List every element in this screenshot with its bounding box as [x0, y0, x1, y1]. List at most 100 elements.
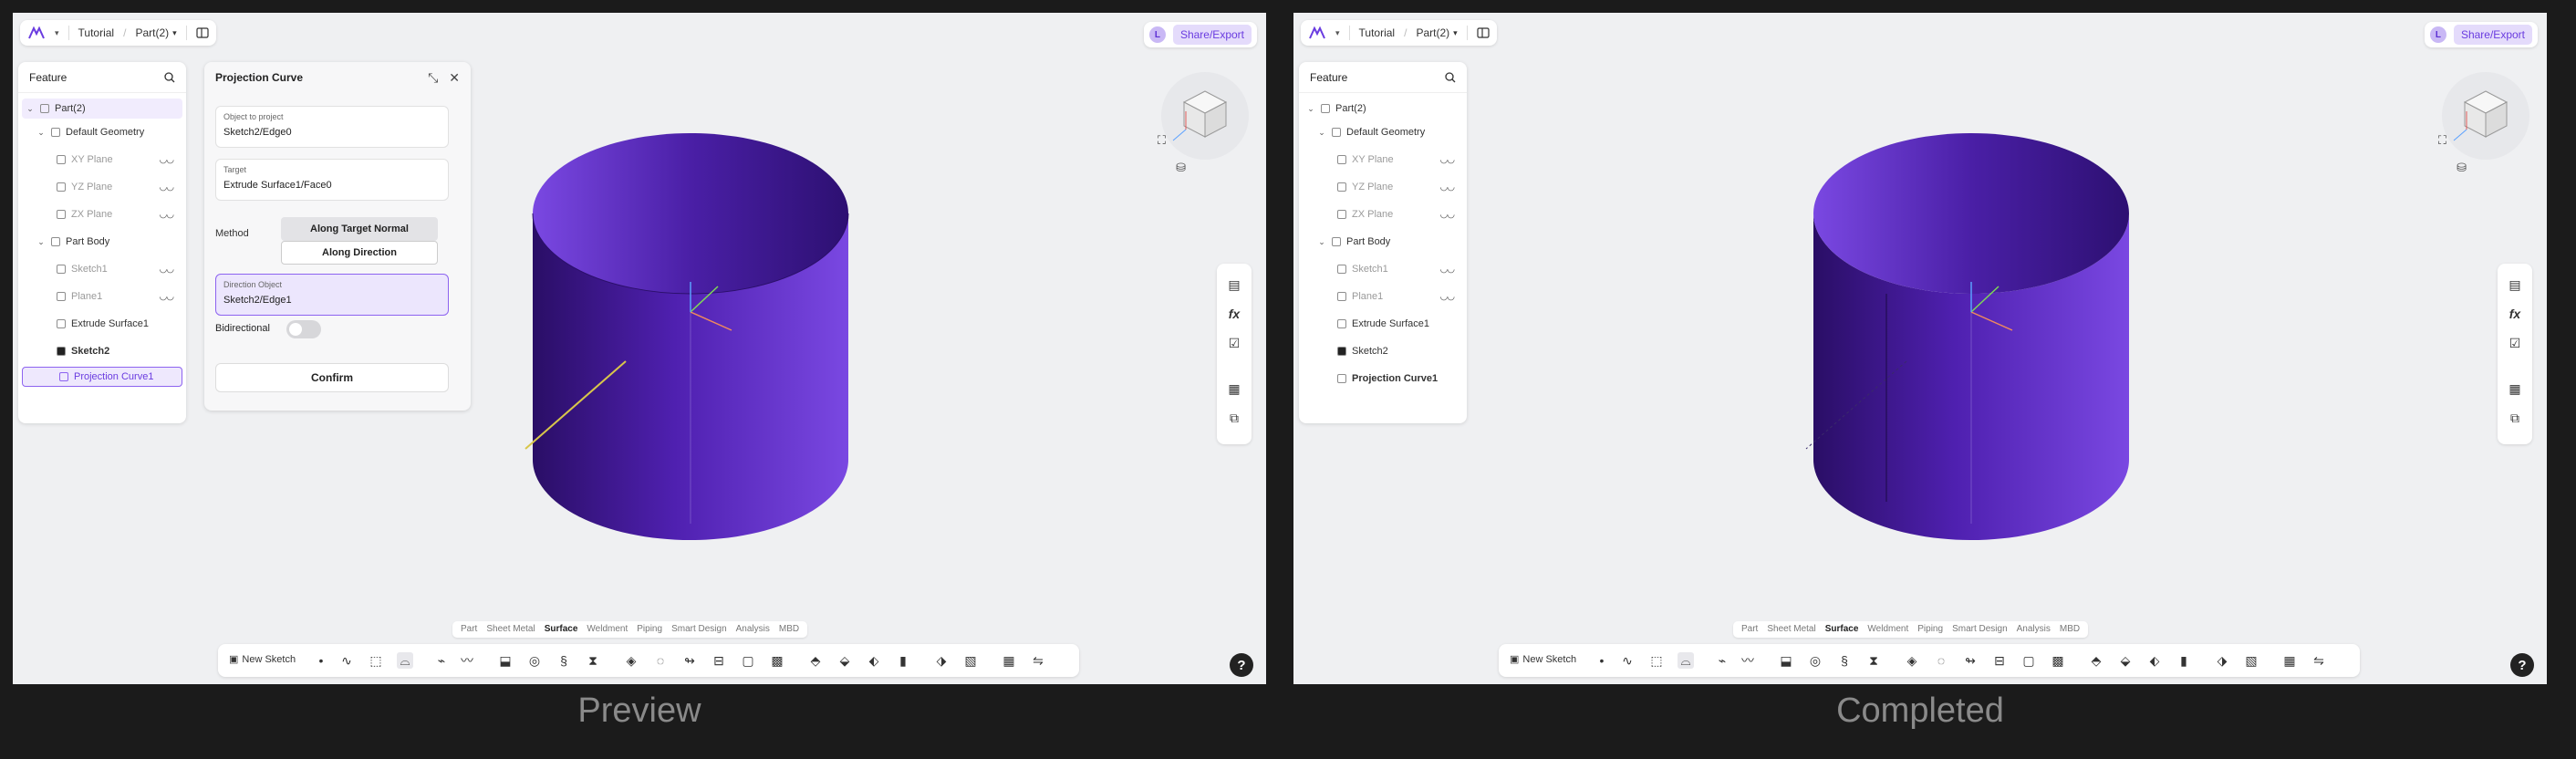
object-to-project-field[interactable]: Object to project Sketch2/Edge0 [215, 106, 449, 148]
fill-icon[interactable]: ◈ [1904, 652, 1920, 669]
share-export-button[interactable]: Share/Export [1172, 25, 1252, 45]
tree-item-plane1[interactable]: Plane1 ◡◡ [1337, 286, 1463, 307]
offset-icon[interactable]: ◌ [652, 652, 669, 669]
tab-analysis[interactable]: Analysis [732, 621, 774, 638]
hidden-eye-icon[interactable]: ◡◡ [1440, 155, 1455, 165]
search-icon[interactable] [1445, 71, 1456, 83]
box-icon[interactable]: ▧ [2243, 652, 2259, 669]
tree-item-xy-plane[interactable]: XY Plane ◡◡ [1337, 150, 1463, 170]
breadcrumb-part[interactable]: Part(2) ▾ [135, 26, 176, 39]
table-icon[interactable]: ▦ [2507, 380, 2523, 397]
extend-icon[interactable]: ↬ [681, 652, 698, 669]
tree-item-zx-plane[interactable]: ZX Plane ◡◡ [1337, 204, 1463, 224]
hidden-eye-icon[interactable]: ◡◡ [1440, 182, 1455, 192]
clipboard-check-icon[interactable]: ☑ [1226, 335, 1242, 351]
transform-icon[interactable]: ⧉ [2507, 410, 2523, 426]
delete-face-icon[interactable]: ⬘ [807, 652, 824, 669]
tree-item-projection-curve1[interactable]: Projection Curve1 [22, 367, 182, 387]
projection-curve-tool-icon[interactable]: ⌓ [1678, 652, 1694, 669]
hidden-eye-icon[interactable]: ◡◡ [160, 265, 174, 275]
tree-item-sketch2[interactable]: Sketch2 [1337, 341, 1388, 361]
chevron-down-icon[interactable]: ▾ [1335, 28, 1340, 38]
spline-icon[interactable]: 〰 [1740, 652, 1756, 669]
replace-face-icon[interactable]: ⬙ [2117, 652, 2134, 669]
patch-icon[interactable]: ⬗ [2214, 652, 2230, 669]
hidden-eye-icon[interactable]: ◡◡ [160, 182, 174, 192]
tree-item-projection-curve1[interactable]: Projection Curve1 [1337, 369, 1438, 389]
tree-item-sketch1[interactable]: Sketch1 ◡◡ [1337, 259, 1463, 279]
mirror-icon[interactable]: ⇋ [1030, 652, 1046, 669]
hidden-eye-icon[interactable]: ◡◡ [160, 155, 174, 165]
thicken-icon[interactable]: ▩ [2050, 652, 2066, 669]
point-icon[interactable]: • [313, 652, 329, 669]
loft-icon[interactable]: ⧗ [585, 652, 601, 669]
sidebar-toggle-icon[interactable] [196, 27, 209, 38]
curve-icon[interactable]: ∿ [1619, 652, 1636, 669]
tab-surface[interactable]: Surface [1821, 621, 1864, 638]
hidden-eye-icon[interactable]: ◡◡ [1440, 265, 1455, 275]
extrude-icon[interactable]: ⬓ [497, 652, 514, 669]
bidirectional-toggle[interactable] [286, 320, 321, 338]
avatar[interactable]: L [1148, 26, 1166, 43]
revolve-icon[interactable]: ◎ [1807, 652, 1823, 669]
collapse-arrow-icon[interactable]: ⌄ [1317, 237, 1326, 247]
trim-icon[interactable]: ⊟ [1991, 652, 2008, 669]
collapse-arrow-icon[interactable]: ⌄ [36, 237, 46, 247]
app-logo-icon[interactable] [27, 25, 46, 41]
tree-item-xy-plane[interactable]: XY Plane ◡◡ [57, 150, 182, 170]
fit-view-icon[interactable]: ⛶ [2438, 133, 2446, 148]
clipboard-check-icon[interactable]: ☑ [2507, 335, 2523, 351]
display-mode-icon[interactable]: ⛁ [1176, 161, 1186, 175]
new-sketch-button[interactable]: ▣ New Sketch [1510, 653, 1576, 666]
tree-item-part[interactable]: ⌄ Part(2) [1306, 99, 1366, 119]
collapse-arrow-icon[interactable]: ⌄ [1306, 104, 1315, 114]
tab-smart-design[interactable]: Smart Design [667, 621, 732, 638]
fill-icon[interactable]: ◈ [623, 652, 639, 669]
tab-smart-design[interactable]: Smart Design [1948, 621, 2012, 638]
sweep-icon[interactable]: § [1836, 652, 1853, 669]
method-along-direction[interactable]: Along Direction [281, 241, 438, 265]
function-fx-icon[interactable]: fx [1226, 306, 1242, 322]
projection-curve-tool-icon[interactable]: ⌓ [397, 652, 413, 669]
book-icon[interactable]: ▮ [2176, 652, 2192, 669]
confirm-button[interactable]: Confirm [215, 363, 449, 392]
document-settings-icon[interactable]: ▤ [1226, 276, 1242, 293]
knit-icon[interactable]: ▢ [2020, 652, 2037, 669]
help-button[interactable]: ? [1230, 653, 1253, 677]
avatar[interactable]: L [2429, 26, 2446, 43]
extrude-icon[interactable]: ⬓ [1778, 652, 1794, 669]
tree-item-zx-plane[interactable]: ZX Plane ◡◡ [57, 204, 182, 224]
display-mode-icon[interactable]: ⛁ [2457, 161, 2467, 175]
target-field[interactable]: Target Extrude Surface1/Face0 [215, 159, 449, 201]
view-cube[interactable] [1155, 66, 1255, 166]
patch-icon[interactable]: ⬗ [933, 652, 950, 669]
app-logo-icon[interactable] [1308, 25, 1326, 41]
pin-icon[interactable]: ⤡ [428, 70, 438, 86]
tree-item-extrude-surface1[interactable]: Extrude Surface1 [1337, 314, 1429, 334]
revolve-icon[interactable]: ◎ [526, 652, 543, 669]
knit-icon[interactable]: ▢ [740, 652, 756, 669]
method-along-target-normal[interactable]: Along Target Normal [281, 217, 438, 241]
tab-sheet-metal[interactable]: Sheet Metal [482, 621, 539, 638]
thicken-icon[interactable]: ▩ [769, 652, 785, 669]
tree-item-yz-plane[interactable]: YZ Plane ◡◡ [1337, 177, 1463, 197]
mirror-icon[interactable]: ⇋ [2311, 652, 2327, 669]
tree-item-plane1[interactable]: Plane1 ◡◡ [57, 286, 182, 307]
tab-surface[interactable]: Surface [540, 621, 583, 638]
chevron-down-icon[interactable]: ▾ [55, 28, 59, 38]
hidden-eye-icon[interactable]: ◡◡ [160, 210, 174, 220]
ruled-surface-icon[interactable]: ⬖ [866, 652, 882, 669]
collapse-arrow-icon[interactable]: ⌄ [1317, 128, 1326, 138]
tab-part[interactable]: Part [456, 621, 482, 638]
tree-item-part-body[interactable]: ⌄ Part Body [1317, 232, 1390, 252]
share-export-button[interactable]: Share/Export [2453, 25, 2532, 45]
tab-piping[interactable]: Piping [632, 621, 667, 638]
tree-item-part[interactable]: ⌄ Part(2) [22, 99, 182, 119]
tree-item-extrude-surface1[interactable]: Extrude Surface1 [57, 314, 149, 334]
cylinder-model[interactable] [1777, 122, 2142, 542]
extend-icon[interactable]: ↬ [1962, 652, 1979, 669]
surface-box-icon[interactable]: ⬚ [368, 652, 384, 669]
collapse-arrow-icon[interactable]: ⌄ [36, 128, 46, 138]
tree-item-part-body[interactable]: ⌄ Part Body [36, 232, 109, 252]
tab-piping[interactable]: Piping [1913, 621, 1948, 638]
